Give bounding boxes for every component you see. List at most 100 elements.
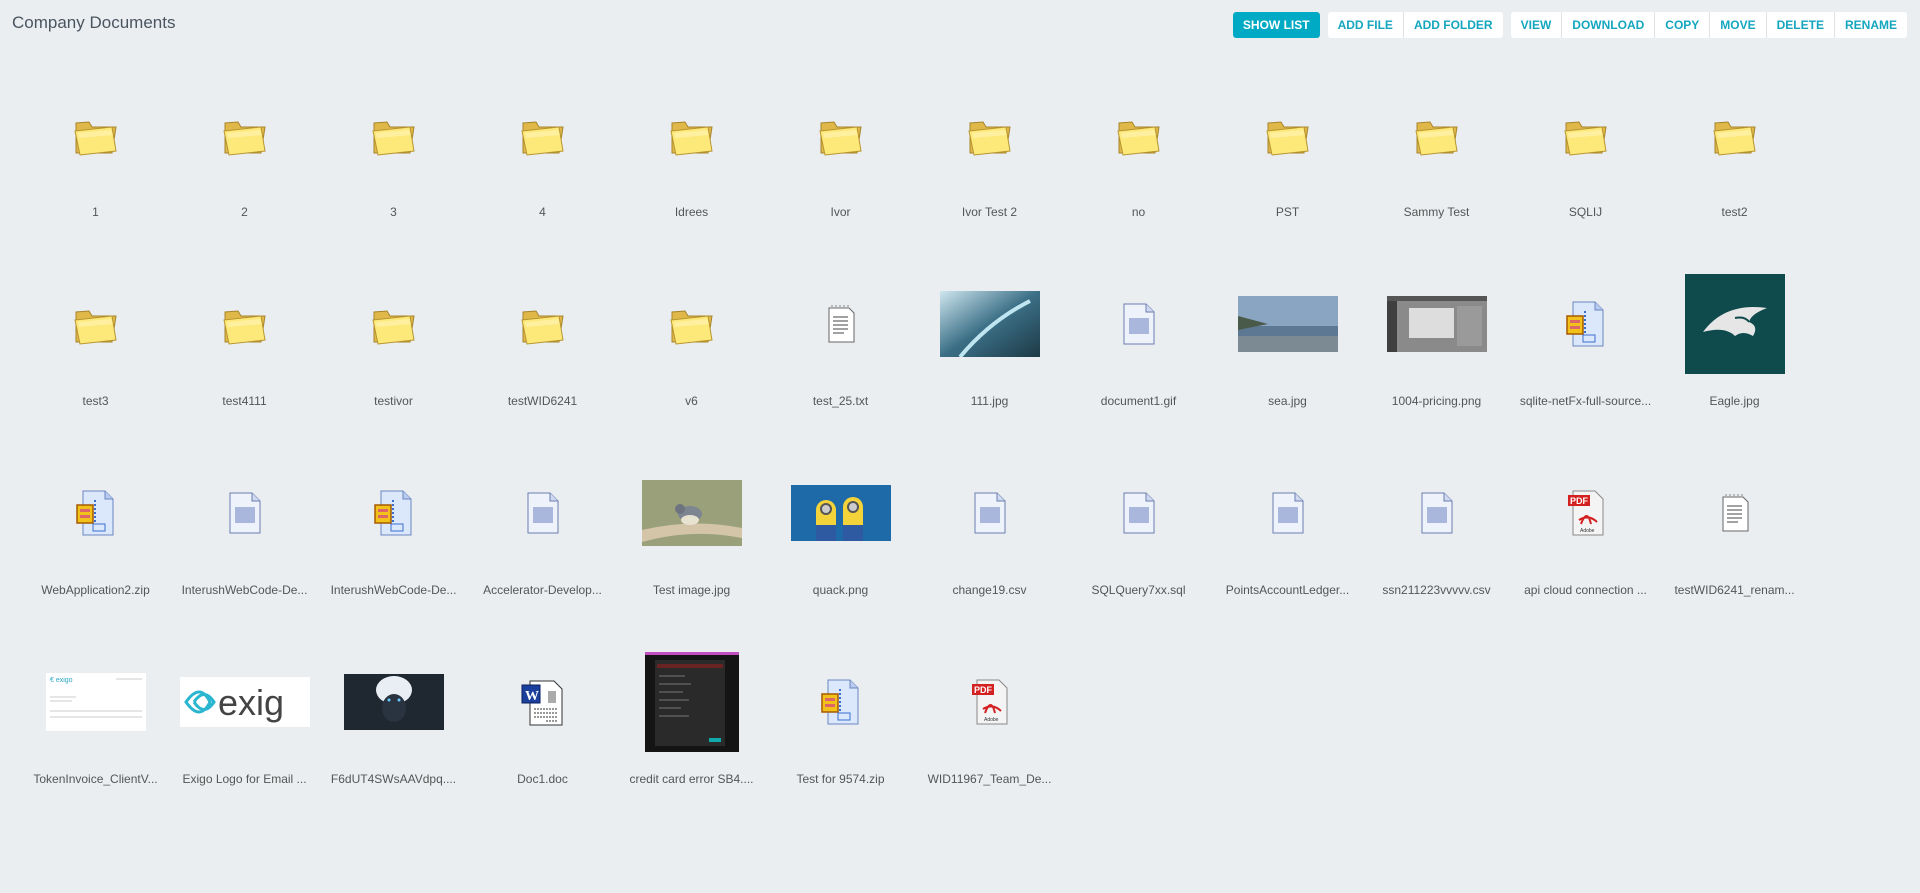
- file-item[interactable]: no: [1064, 75, 1213, 264]
- file-name: Accelerator-Develop...: [483, 583, 602, 597]
- copy-button[interactable]: COPY: [1655, 12, 1711, 38]
- file-item[interactable]: sqlite-netFx-full-source...: [1511, 264, 1660, 453]
- delete-button[interactable]: DELETE: [1766, 12, 1835, 38]
- txt-file-icon: [1660, 453, 1809, 573]
- file-name: Ivor: [830, 205, 851, 219]
- file-item[interactable]: test2: [1660, 75, 1809, 264]
- file-item[interactable]: Test for 9574.zip: [766, 642, 915, 831]
- file-item[interactable]: test_25.txt: [766, 264, 915, 453]
- file-item[interactable]: Test image.jpg: [617, 453, 766, 642]
- file-grid: 1 2 3 4 Idrees Ivor Ivor Test 2 no PST Sammy Test…: [21, 75, 1821, 831]
- toolbar: SHOW LIST ADD FILE ADD FOLDER VIEW DOWNL…: [1232, 12, 1907, 38]
- add-file-button[interactable]: ADD FILE: [1327, 12, 1404, 38]
- file-item[interactable]: F6dUT4SWsAAVdpq....: [319, 642, 468, 831]
- doc-file-icon: [1362, 453, 1511, 573]
- file-name: WebApplication2.zip: [41, 583, 150, 597]
- file-item[interactable]: test3: [21, 264, 170, 453]
- file-name: Doc1.doc: [517, 772, 568, 786]
- file-item[interactable]: InterushWebCode-De...: [170, 453, 319, 642]
- file-name: document1.gif: [1100, 394, 1177, 408]
- file-item[interactable]: v6: [617, 264, 766, 453]
- file-item[interactable]: PDF Adobe WID11967_Team_De...: [915, 642, 1064, 831]
- file-item[interactable]: testWID6241_renam...: [1660, 453, 1809, 642]
- file-item[interactable]: exig Exigo Logo for Email ...: [170, 642, 319, 831]
- file-item[interactable]: 1: [21, 75, 170, 264]
- svg-text:exig: exig: [218, 682, 284, 723]
- file-name: 4: [539, 205, 546, 219]
- file-item[interactable]: € exigo TokenInvoice_ClientV...: [21, 642, 170, 831]
- file-name: Eagle.jpg: [1709, 394, 1760, 408]
- file-name: Exigo Logo for Email ...: [182, 772, 307, 786]
- add-folder-button[interactable]: ADD FOLDER: [1403, 12, 1503, 38]
- file-item[interactable]: Ivor Test 2: [915, 75, 1064, 264]
- image-thumbnail: [1213, 264, 1362, 384]
- file-name: SQLQuery7xx.sql: [1091, 583, 1186, 597]
- file-item[interactable]: quack.png: [766, 453, 915, 642]
- file-item[interactable]: 3: [319, 75, 468, 264]
- file-name: 3: [390, 205, 397, 219]
- doc-file-icon: [1213, 453, 1362, 573]
- file-name: 2: [241, 205, 248, 219]
- doc-file-icon: [915, 453, 1064, 573]
- file-item[interactable]: Ivor: [766, 75, 915, 264]
- rename-button[interactable]: RENAME: [1834, 12, 1907, 38]
- view-button[interactable]: VIEW: [1510, 12, 1563, 38]
- file-item[interactable]: 1004-pricing.png: [1362, 264, 1511, 453]
- file-name: Test image.jpg: [652, 583, 731, 597]
- zip-file-icon: [319, 453, 468, 573]
- show-list-button[interactable]: SHOW LIST: [1232, 12, 1320, 38]
- pdf-file-icon: PDF Adobe: [1511, 453, 1660, 573]
- folder-icon: [21, 75, 170, 195]
- file-item[interactable]: 4: [468, 75, 617, 264]
- file-name: no: [1131, 205, 1146, 219]
- folder-icon: [319, 264, 468, 384]
- file-item[interactable]: WebApplication2.zip: [21, 453, 170, 642]
- file-item[interactable]: document1.gif: [1064, 264, 1213, 453]
- svg-text:W: W: [525, 689, 539, 704]
- file-name: 111.jpg: [970, 394, 1009, 408]
- file-item[interactable]: 111.jpg: [915, 264, 1064, 453]
- file-name: Ivor Test 2: [961, 205, 1018, 219]
- file-name: Idrees: [674, 205, 709, 219]
- file-item[interactable]: ssn211223vvvvv.csv: [1362, 453, 1511, 642]
- file-name: 1004-pricing.png: [1391, 394, 1482, 408]
- file-item[interactable]: PointsAccountLedger...: [1213, 453, 1362, 642]
- file-name: testWID6241_renam...: [1674, 583, 1795, 597]
- file-item[interactable]: testivor: [319, 264, 468, 453]
- download-button[interactable]: DOWNLOAD: [1562, 12, 1656, 38]
- image-thumbnail: [915, 264, 1064, 384]
- folder-icon: [21, 264, 170, 384]
- file-name: v6: [685, 394, 698, 408]
- file-item[interactable]: W Doc1.doc: [468, 642, 617, 831]
- file-item[interactable]: Accelerator-Develop...: [468, 453, 617, 642]
- file-item[interactable]: Idrees: [617, 75, 766, 264]
- file-item[interactable]: PDF Adobe api cloud connection ...: [1511, 453, 1660, 642]
- file-name: InterushWebCode-De...: [181, 583, 308, 597]
- file-name: ssn211223vvvvv.csv: [1382, 583, 1491, 597]
- page-title: Company Documents: [12, 13, 176, 32]
- file-name: Test for 9574.zip: [796, 772, 885, 786]
- file-item[interactable]: testWID6241: [468, 264, 617, 453]
- file-name: F6dUT4SWsAAVdpq....: [330, 772, 457, 786]
- file-item[interactable]: PST: [1213, 75, 1362, 264]
- file-name: 1: [92, 205, 99, 219]
- file-item[interactable]: Eagle.jpg: [1660, 264, 1809, 453]
- folder-icon: [1511, 75, 1660, 195]
- file-item[interactable]: change19.csv: [915, 453, 1064, 642]
- file-item[interactable]: SQLQuery7xx.sql: [1064, 453, 1213, 642]
- file-item[interactable]: Sammy Test: [1362, 75, 1511, 264]
- move-button[interactable]: MOVE: [1710, 12, 1767, 38]
- file-item[interactable]: credit card error SB4....: [617, 642, 766, 831]
- svg-text:PDF: PDF: [974, 685, 993, 695]
- file-name: credit card error SB4....: [629, 772, 754, 786]
- file-name: PST: [1275, 205, 1300, 219]
- svg-text:Adobe: Adobe: [984, 717, 999, 723]
- file-item[interactable]: test4111: [170, 264, 319, 453]
- file-item[interactable]: SQLIJ: [1511, 75, 1660, 264]
- folder-icon: [766, 75, 915, 195]
- file-item[interactable]: InterushWebCode-De...: [319, 453, 468, 642]
- folder-icon: [468, 75, 617, 195]
- file-item[interactable]: sea.jpg: [1213, 264, 1362, 453]
- file-item[interactable]: 2: [170, 75, 319, 264]
- folder-icon: [617, 264, 766, 384]
